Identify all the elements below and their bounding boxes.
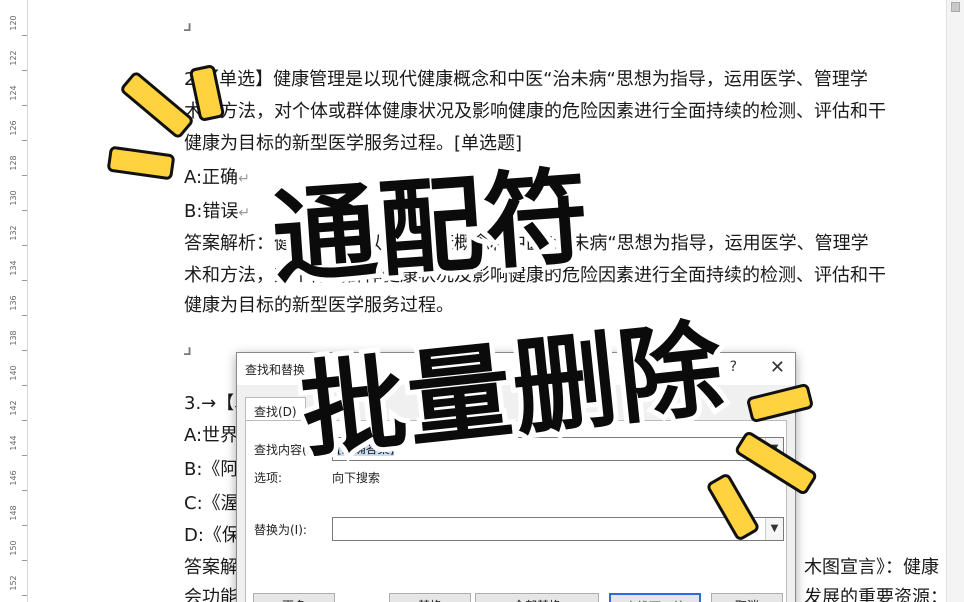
chevron-down-icon[interactable]: ▼ <box>765 518 783 540</box>
scrollbar-thumb[interactable] <box>951 2 960 12</box>
ruler-tick-mark <box>22 315 27 316</box>
ruler-tick-mark <box>22 455 27 456</box>
doc-line: 答案解 <box>184 557 238 578</box>
ruler-tick-mark <box>22 385 27 386</box>
paragraph-mark: ↵ <box>238 171 250 187</box>
cancel-button[interactable]: 取消 <box>711 593 783 602</box>
find-next-button[interactable]: 查找下一处 <box>609 593 701 602</box>
ruler-tick-label: 138 <box>9 330 18 346</box>
ruler-tick-label: 122 <box>9 50 18 66</box>
paragraph-mark: ↵ <box>184 18 195 43</box>
ruler-tick-mark <box>22 490 27 491</box>
ruler-tick-mark <box>22 140 27 141</box>
options-label: 选项: <box>254 471 283 485</box>
ruler-tick-mark <box>22 70 27 71</box>
doc-line: 木图宣言》：健康 <box>804 557 939 578</box>
doc-line: B:错误↵ <box>184 201 251 222</box>
dialog-tabs: 查找(D) <box>245 397 306 425</box>
ruler-tick-mark <box>22 560 27 561</box>
ruler-tick-label: 126 <box>9 120 18 136</box>
headline-wildcard: 通配符 <box>264 150 600 304</box>
doc-line: 发展的重要资源： <box>804 587 944 602</box>
replace-input[interactable]: ▼ <box>332 517 784 541</box>
ruler-tick-label: 142 <box>9 400 18 416</box>
paragraph-mark: ↵ <box>184 342 195 367</box>
ruler-tick-mark <box>22 280 27 281</box>
dialog-title: 查找和替换 <box>245 363 306 377</box>
ruler-tick-mark <box>22 525 27 526</box>
doc-line: 术和方法，对个体或群体健康状况及影响健康的危险因素进行全面持续的检测、评估和干 <box>184 101 886 122</box>
ruler-tick-label: 120 <box>9 15 18 31</box>
doc-line: A:正确↵ <box>184 167 250 188</box>
ruler-tick-mark <box>22 595 27 596</box>
vertical-scrollbar[interactable] <box>946 0 964 602</box>
ruler-tick-label: 152 <box>9 575 18 591</box>
ruler-tick-label: 130 <box>9 190 18 206</box>
ruler-tick-label: 132 <box>9 225 18 241</box>
burst-ray-decoration <box>106 145 176 181</box>
ruler-tick-mark <box>22 210 27 211</box>
ruler-tick-mark <box>22 105 27 106</box>
ruler-tick-label: 148 <box>9 505 18 521</box>
ruler-tick-label: 134 <box>9 260 18 276</box>
ruler-tick-mark <box>22 175 27 176</box>
more-button[interactable]: 更多 <box>253 593 335 602</box>
ruler-tick-mark <box>22 350 27 351</box>
help-button[interactable]: ? <box>730 359 737 375</box>
close-button[interactable]: ✕ <box>770 357 785 378</box>
ruler-tick-label: 124 <box>9 85 18 101</box>
ruler-tick-label: 150 <box>9 540 18 556</box>
ruler-tick-mark <box>22 35 27 36</box>
doc-line: 2.【单选】健康管理是以现代健康概念和中医“治未病“思想为指导，运用医学、管理学 <box>184 69 868 90</box>
replace-button[interactable]: 替换 <box>389 593 471 602</box>
doc-line: A:世界 <box>184 425 239 446</box>
ruler-tick-mark <box>22 420 27 421</box>
ruler-tick-label: 140 <box>9 365 18 381</box>
replace-all-button[interactable]: 全部替换 <box>475 593 599 602</box>
doc-line: B:《阿 <box>184 459 239 480</box>
doc-line: D:《保 <box>184 525 240 546</box>
paragraph-mark: ↵ <box>238 205 251 221</box>
ruler-tick-label: 146 <box>9 470 18 486</box>
doc-line: C:《渥 <box>184 493 239 514</box>
vertical-ruler: 120 122 124 126 128 130 132 134 136 138 140 142 144 1… <box>0 0 28 602</box>
doc-line: 会功能 <box>184 587 238 602</box>
ruler-tick-label: 128 <box>9 155 18 171</box>
ruler-tick-label: 136 <box>9 295 18 311</box>
ruler-tick-label: 144 <box>9 435 18 451</box>
ruler-tick-mark <box>22 245 27 246</box>
replace-label: 替换为(I): <box>254 523 307 537</box>
